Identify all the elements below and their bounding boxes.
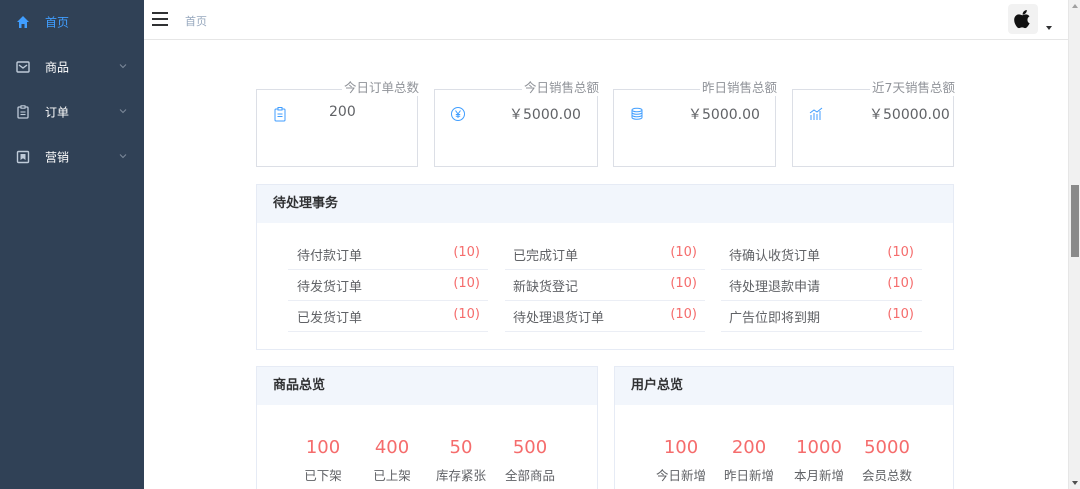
overview-value: 100 xyxy=(663,437,699,458)
overview-label: 今日新增 xyxy=(655,468,706,483)
sidebar-item-home[interactable]: 首页 xyxy=(0,0,144,44)
todo-row[interactable]: 已完成订单 (10) xyxy=(505,239,705,270)
todo-count: (10) xyxy=(670,245,697,260)
sidebar: 首页 商品 订单 营销 xyxy=(0,0,144,489)
marketing-icon xyxy=(16,150,30,164)
overview-value: 400 xyxy=(374,437,410,458)
todo-row[interactable]: 待发货订单 (10) xyxy=(288,270,488,301)
todo-count: (10) xyxy=(670,307,697,322)
overview-label: 本月新增 xyxy=(793,468,844,483)
overview-value: 200 xyxy=(731,437,767,458)
todo-count: (10) xyxy=(453,307,480,322)
todo-row[interactable]: 待处理退款申请 (10) xyxy=(721,270,922,301)
sidebar-item-product[interactable]: 商品 xyxy=(0,45,144,89)
scrollbar[interactable] xyxy=(1068,0,1080,489)
sidebar-item-label: 商品 xyxy=(45,60,70,75)
stat-card-yesterday-sales: 昨日销售总额 ￥5000.00 xyxy=(613,80,777,167)
coin-stack-icon xyxy=(631,107,643,120)
sidebar-item-order[interactable]: 订单 xyxy=(0,90,144,134)
stat-title: 昨日销售总额 xyxy=(699,80,777,96)
todo-label: 已发货订单 xyxy=(297,311,363,326)
sidebar-item-label: 营销 xyxy=(45,150,70,165)
scroll-up-icon[interactable] xyxy=(1072,4,1078,8)
stat-card-today-orders: 今日订单总数 200 xyxy=(256,80,419,167)
overview-label: 已上架 xyxy=(373,468,411,483)
todo-row[interactable]: 待处理退货订单 (10) xyxy=(505,301,705,332)
stat-value: 200 xyxy=(329,104,356,120)
scroll-down-icon[interactable] xyxy=(1072,481,1078,485)
hamburger-menu-icon[interactable] xyxy=(152,12,168,26)
todo-label: 新缺货登记 xyxy=(513,280,579,295)
todo-row[interactable]: 广告位即将到期 (10) xyxy=(721,301,922,332)
overview-value: 5000 xyxy=(864,437,910,458)
todo-count: (10) xyxy=(887,307,914,322)
panel-title: 用户总览 xyxy=(615,367,953,405)
todo-label: 待处理退款申请 xyxy=(729,280,821,295)
overview-label: 全部商品 xyxy=(504,468,555,483)
todo-count: (10) xyxy=(453,245,480,260)
breadcrumb[interactable]: 首页 xyxy=(185,13,207,29)
avatar[interactable] xyxy=(1008,4,1038,34)
stat-card-today-sales: 今日销售总额 ￥5000.00 xyxy=(434,80,599,167)
overview-label: 昨日新增 xyxy=(723,468,774,483)
todo-label: 待确认收货订单 xyxy=(729,249,821,264)
chevron-down-icon xyxy=(119,109,127,114)
sidebar-item-label: 首页 xyxy=(45,15,70,30)
todo-label: 待发货订单 xyxy=(297,280,363,295)
stat-card-week-sales: 近7天销售总额 ￥50000.00 xyxy=(792,80,955,167)
chevron-down-icon xyxy=(119,154,127,159)
stat-title: 今日销售总额 xyxy=(521,80,599,96)
overview-label: 库存紧张 xyxy=(435,468,486,483)
caret-down-icon[interactable] xyxy=(1046,26,1052,30)
stat-value: ￥5000.00 xyxy=(688,107,760,123)
apple-icon xyxy=(1014,10,1030,29)
overview-value: 500 xyxy=(512,437,548,458)
stat-title: 今日订单总数 xyxy=(341,80,419,96)
stat-value: ￥50000.00 xyxy=(869,107,950,123)
todo-label: 待处理退货订单 xyxy=(513,311,605,326)
todo-count: (10) xyxy=(670,276,697,291)
stat-title: 近7天销售总额 xyxy=(870,80,955,96)
todo-count: (10) xyxy=(453,276,480,291)
sidebar-item-label: 订单 xyxy=(45,105,70,120)
home-icon xyxy=(16,15,30,29)
overview-value: 100 xyxy=(305,437,341,458)
todo-count: (10) xyxy=(887,276,914,291)
navbar: 首页 xyxy=(144,0,1068,40)
sidebar-item-marketing[interactable]: 营销 xyxy=(0,135,144,179)
chevron-down-icon xyxy=(119,64,127,69)
trend-chart-icon xyxy=(809,107,823,120)
overview-value: 50 xyxy=(449,437,473,458)
stat-value: ￥5000.00 xyxy=(509,107,581,123)
todo-row[interactable]: 已发货订单 (10) xyxy=(288,301,488,332)
scroll-thumb[interactable] xyxy=(1071,185,1079,257)
overview-label: 会员总数 xyxy=(861,468,912,483)
yuan-coin-icon xyxy=(451,107,465,121)
todo-row[interactable]: 待确认收货订单 (10) xyxy=(721,239,922,270)
todo-row[interactable]: 待付款订单 (10) xyxy=(288,239,488,270)
product-icon xyxy=(16,60,30,74)
overview-value: 1000 xyxy=(796,437,842,458)
clipboard-icon xyxy=(274,107,286,122)
todo-row[interactable]: 新缺货登记 (10) xyxy=(505,270,705,301)
todo-label: 待付款订单 xyxy=(297,249,363,264)
todo-count: (10) xyxy=(887,245,914,260)
panel-title: 商品总览 xyxy=(257,367,597,405)
todo-label: 已完成订单 xyxy=(513,249,579,264)
overview-label: 已下架 xyxy=(304,468,342,483)
todo-label: 广告位即将到期 xyxy=(729,311,821,326)
order-icon xyxy=(16,105,30,119)
panel-title: 待处理事务 xyxy=(257,185,953,223)
